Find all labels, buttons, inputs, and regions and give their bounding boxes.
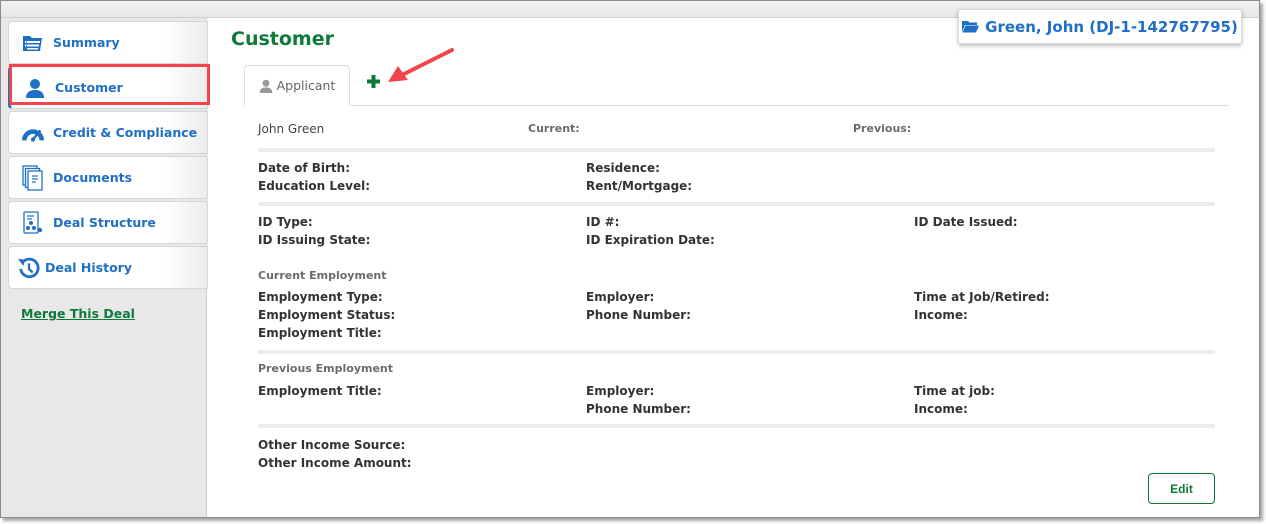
deal-structure-icon [21,210,45,235]
add-applicant-button[interactable] [364,73,382,91]
sidebar-item-summary[interactable]: Summary [8,21,208,64]
employment-status-label: Employment Status: [258,308,396,322]
section-divider [258,148,1215,152]
current-label: Current: [528,122,580,135]
prev-employer-label: Employer: [586,384,655,398]
deal-badge-label: Green, John (DJ-1-142767795) [985,17,1238,36]
section-divider [258,350,1215,354]
deal-badge[interactable]: Green, John (DJ-1-142767795) [958,9,1242,44]
other-income-amount-label: Other Income Amount: [258,456,412,470]
id-expiration-label: ID Expiration Date: [586,233,715,247]
plus-icon [366,73,380,92]
main-panel: Customer Green, John (DJ-1-142767795) Ap… [208,9,1259,517]
app-window: Summary Customer Credit & Compliance Doc… [0,0,1260,518]
documents-icon [21,164,45,191]
rent-mortgage-label: Rent/Mortgage: [586,179,693,193]
tab-applicant[interactable]: Applicant [244,65,350,106]
prev-phone-number-label: Phone Number: [586,402,691,416]
sidebar-item-label: Documents [53,170,133,185]
employment-title-label: Employment Title: [258,326,382,340]
tabs-divider [244,105,1229,106]
dob-label: Date of Birth: [258,161,351,175]
prev-income-label: Income: [914,402,968,416]
folder-open-icon [962,20,980,33]
current-employment-heading: Current Employment [258,269,387,282]
phone-number-label: Phone Number: [586,308,691,322]
customer-name: John Green [258,122,325,136]
sidebar-item-documents[interactable]: Documents [8,156,208,199]
id-date-issued-label: ID Date Issued: [914,215,1018,229]
arrow-annotation [388,48,454,82]
gauge-icon [21,121,45,145]
history-icon [17,256,41,280]
user-icon [23,76,47,100]
previous-employment-heading: Previous Employment [258,362,394,375]
sidebar-item-label: Deal Structure [53,215,156,230]
section-divider [258,202,1215,206]
tab-applicant-label: Applicant [276,78,336,93]
prev-time-at-job-label: Time at job: [914,384,995,398]
employment-type-label: Employment Type: [258,290,383,304]
page-title: Customer [231,28,334,50]
prev-employment-title-label: Employment Title: [258,384,382,398]
sidebar-item-label: Customer [55,80,123,95]
id-number-label: ID #: [586,215,620,229]
other-income-source-label: Other Income Source: [258,438,406,452]
income-label: Income: [914,308,968,322]
edit-button[interactable]: Edit [1148,473,1215,504]
sidebar-item-label: Summary [53,35,120,50]
sidebar-item-deal-history[interactable]: Deal History [8,246,208,289]
sidebar-item-label: Credit & Compliance [53,125,198,140]
sidebar-item-customer[interactable]: Customer [8,66,208,109]
id-issuing-state-label: ID Issuing State: [258,233,371,247]
id-type-label: ID Type: [258,215,313,229]
sidebar: Summary Customer Credit & Compliance Doc… [1,18,208,517]
education-label: Education Level: [258,179,371,193]
sidebar-item-label: Deal History [45,260,132,275]
previous-label: Previous: [853,122,912,135]
residence-label: Residence: [586,161,660,175]
section-divider [258,424,1215,428]
employer-label: Employer: [586,290,655,304]
sidebar-item-credit-compliance[interactable]: Credit & Compliance [8,111,208,154]
user-icon [259,79,273,93]
sidebar-item-deal-structure[interactable]: Deal Structure [8,201,208,244]
merge-this-deal-link[interactable]: Merge This Deal [21,306,135,321]
list-folder-icon [21,31,45,55]
time-at-job-label: Time at Job/Retired: [914,290,1050,304]
